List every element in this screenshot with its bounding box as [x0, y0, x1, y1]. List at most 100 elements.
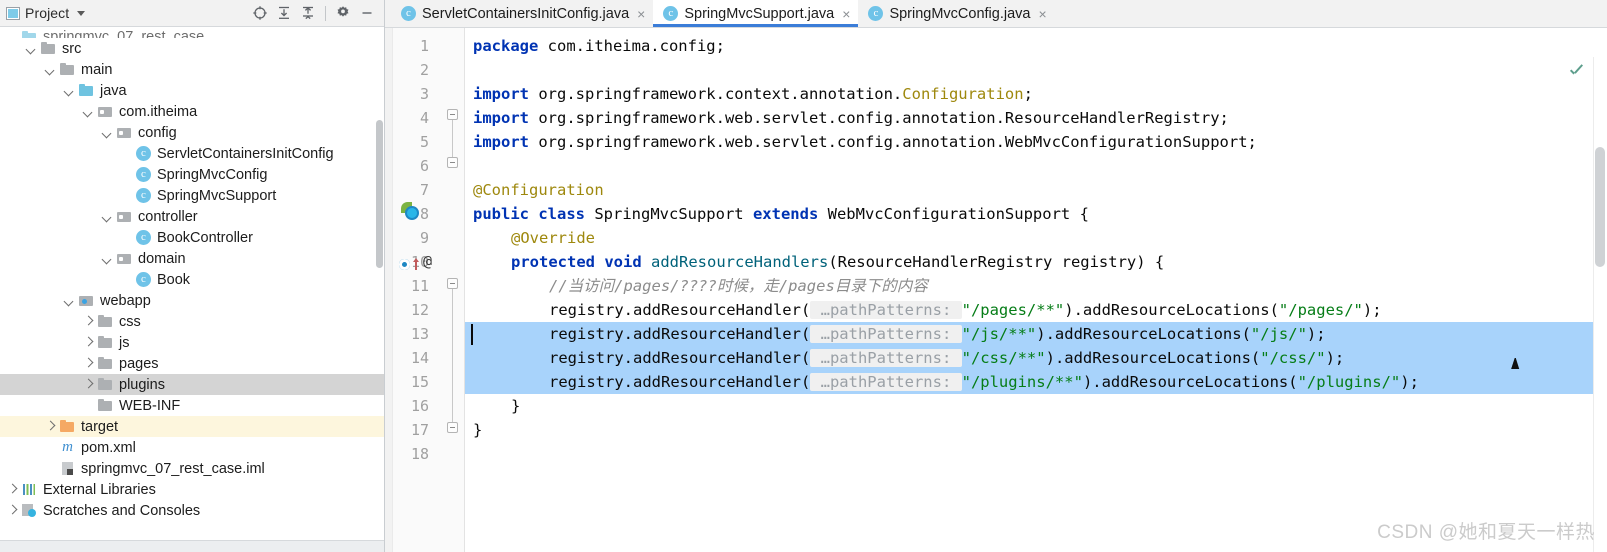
annotation-at-gutter-icon[interactable]: @ [423, 252, 432, 270]
tree-node-config[interactable]: config [0, 122, 384, 143]
tree-node-plugins[interactable]: plugins [0, 374, 384, 395]
code-line-17[interactable]: } [465, 418, 1607, 442]
expand-all-icon[interactable] [273, 2, 295, 24]
chevron-right-icon[interactable] [82, 378, 95, 391]
code-line-3[interactable]: import org.springframework.context.annot… [465, 82, 1607, 106]
code-token-str: "/pages/**" [961, 301, 1065, 319]
locate-icon[interactable] [249, 2, 271, 24]
project-tree[interactable]: springmvc_07_rest_case src main java com.ith… [0, 27, 384, 540]
close-icon[interactable]: × [1038, 7, 1046, 21]
chevron-down-icon[interactable] [44, 63, 57, 76]
tree-node-com-itheima[interactable]: com.itheima [0, 101, 384, 122]
tree-node-pom-xml[interactable]: pom.xml [0, 437, 384, 458]
collapse-all-icon[interactable] [297, 2, 319, 24]
close-icon[interactable]: × [637, 7, 645, 21]
tree-node-external-libraries[interactable]: External Libraries [0, 479, 384, 500]
chevron-down-icon[interactable] [101, 252, 114, 265]
project-tree-scrollbar[interactable] [376, 120, 383, 268]
code-line-12[interactable]: registry.addResourceHandler( …pathPatter… [465, 298, 1607, 322]
tree-node-pages[interactable]: pages [0, 353, 384, 374]
code-line-2[interactable] [465, 58, 1607, 82]
editor-scrollbar-thumb[interactable] [1595, 147, 1605, 267]
code-line-14[interactable]: registry.addResourceHandler( …pathPatter… [465, 346, 1607, 370]
close-icon[interactable]: × [842, 7, 850, 21]
code-line-18[interactable] [465, 442, 1607, 466]
editor-tab-bar[interactable]: c ServletContainersInitConfig.java × c Sprin… [385, 0, 1607, 28]
no-problems-check-icon[interactable] [1569, 64, 1585, 80]
fold-handle-imports[interactable] [447, 109, 458, 120]
editor-area: c ServletContainersInitConfig.java × c Sprin… [385, 0, 1607, 552]
code-line-5[interactable]: import org.springframework.web.servlet.c… [465, 130, 1607, 154]
chevron-right-icon[interactable] [6, 504, 19, 517]
code-line-8[interactable]: public class SpringMvcSupport extends We… [465, 202, 1607, 226]
chevron-down-icon[interactable] [63, 294, 76, 307]
tree-node-label: SpringMvcSupport [157, 187, 277, 204]
code-line-1[interactable]: package com.itheima.config; [465, 34, 1607, 58]
tree-node-label: main [81, 61, 113, 78]
code-text-area[interactable]: package com.itheima.config; import org.sp… [465, 28, 1607, 552]
tree-node-controller[interactable]: controller [0, 206, 384, 227]
chevron-down-icon[interactable] [101, 210, 114, 223]
tree-node-scratches-and-consoles[interactable]: Scratches and Consoles [0, 500, 384, 521]
tree-node-springmvcconfig[interactable]: SpringMvcConfig [0, 164, 384, 185]
chevron-down-icon[interactable] [6, 32, 19, 38]
java-class-icon [135, 272, 152, 287]
editor-tab-springmvcsupport[interactable]: c SpringMvcSupport.java × [653, 0, 859, 27]
code-line-7[interactable]: @Configuration [465, 178, 1607, 202]
chevron-right-icon[interactable] [82, 336, 95, 349]
chevron-right-icon[interactable] [82, 315, 95, 328]
editor-gutter[interactable]: 1 2 3 4 5 6 7 8 9 10 11 12 13 14 15 16 17 18 @ [385, 28, 465, 552]
package-icon [116, 209, 133, 224]
line-number: 4 [419, 109, 429, 127]
code-line-11[interactable]: //当访问/pages/????时候，走/pages目录下的内容 [465, 274, 1607, 298]
tree-node-main[interactable]: main [0, 59, 384, 80]
fold-handle-method-end[interactable] [447, 422, 458, 433]
editor-tab-springmvcconfig[interactable]: c SpringMvcConfig.java × [858, 0, 1054, 27]
chevron-down-icon[interactable] [82, 105, 95, 118]
tree-node-bookcontroller[interactable]: BookController [0, 227, 384, 248]
code-line-9[interactable]: @Override [465, 226, 1607, 250]
tree-node-src[interactable]: src [0, 38, 384, 59]
fold-handle-import-3[interactable] [447, 157, 458, 168]
tree-node-springmvc-07-rest-case-iml[interactable]: springmvc_07_rest_case.iml [0, 458, 384, 479]
project-dropdown[interactable]: Project [6, 5, 86, 21]
tree-node-servletcontainersinitconfig[interactable]: ServletContainersInitConfig [0, 143, 384, 164]
tree-node-springmvcsupport[interactable]: SpringMvcSupport [0, 185, 384, 206]
code-line-10[interactable]: protected void addResourceHandlers(Resou… [465, 250, 1607, 274]
chevron-right-icon[interactable] [82, 357, 95, 370]
editor-vertical-scrollbar[interactable] [1593, 57, 1607, 552]
java-class-icon: c [663, 6, 679, 21]
code-line-15[interactable]: registry.addResourceHandler( …pathPatter… [465, 370, 1607, 394]
settings-gear-icon[interactable] [332, 2, 354, 24]
code-line-16[interactable]: } [465, 394, 1607, 418]
code-line-4[interactable]: import org.springframework.web.servlet.c… [465, 106, 1607, 130]
csdn-watermark: CSDN @她和夏天一样热 [1377, 522, 1595, 543]
chevron-down-icon[interactable] [63, 84, 76, 97]
tree-node-java[interactable]: java [0, 80, 384, 101]
chevron-down-icon[interactable] [77, 10, 86, 16]
code-line-6[interactable] [465, 154, 1607, 178]
tree-node-webapp[interactable]: webapp [0, 290, 384, 311]
folder-icon [97, 356, 114, 371]
tree-node-web-inf[interactable]: WEB-INF [0, 395, 384, 416]
tree-node-js[interactable]: js [0, 332, 384, 353]
editor-tab-servletcontainersinitconfig[interactable]: c ServletContainersInitConfig.java × [391, 0, 653, 27]
source-folder-icon [78, 83, 95, 98]
tree-node-domain[interactable]: domain [0, 248, 384, 269]
tree-node-target[interactable]: target [0, 416, 384, 437]
chevron-down-icon[interactable] [101, 126, 114, 139]
java-class-icon [135, 188, 152, 203]
hide-minimize-icon[interactable] [356, 2, 378, 24]
code-line-13[interactable]: registry.addResourceHandler( …pathPatter… [465, 322, 1607, 346]
chevron-right-icon[interactable] [6, 483, 19, 496]
code-line-text: //当访问/pages/????时候，走/pages目录下的内容 [549, 274, 928, 298]
chevron-right-icon[interactable] [44, 420, 57, 433]
chevron-down-icon[interactable] [25, 42, 38, 55]
tree-node-springmvc-07-rest-case[interactable]: springmvc_07_rest_case [0, 27, 384, 38]
code-line-text: registry.addResourceHandler( …pathPatter… [549, 346, 1344, 370]
tree-node-book[interactable]: Book [0, 269, 384, 290]
fold-handle-method[interactable] [447, 278, 458, 289]
tree-node-css[interactable]: css [0, 311, 384, 332]
